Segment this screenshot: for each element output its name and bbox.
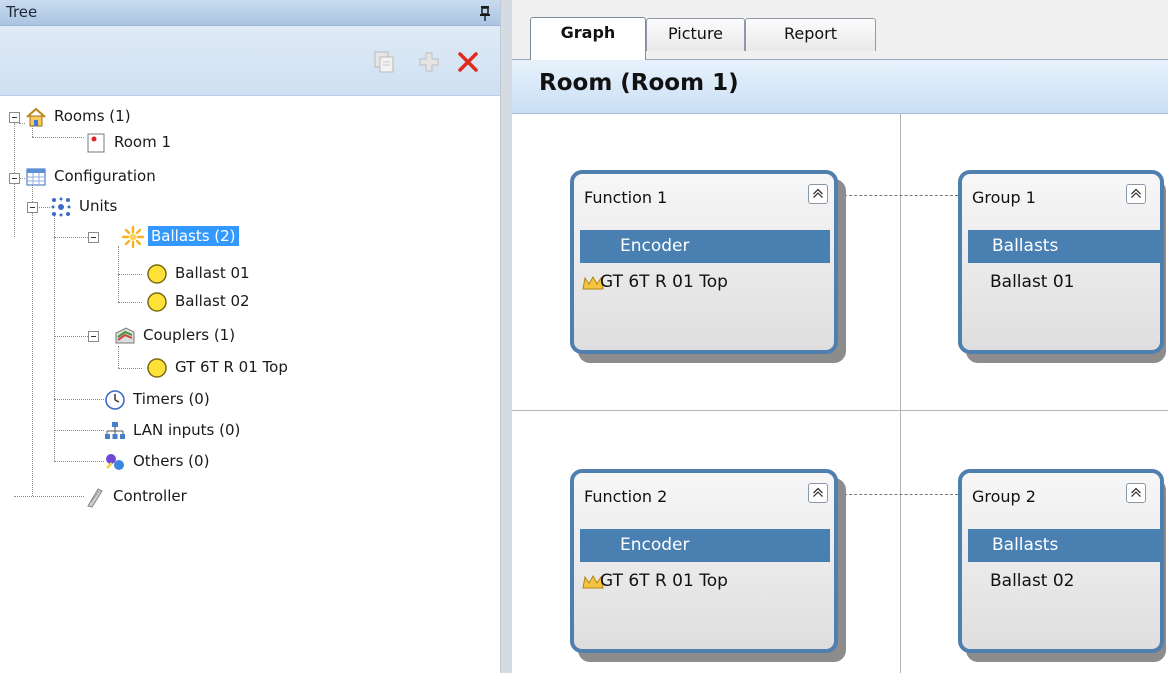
units-icon [51,197,71,217]
tab-report[interactable]: Report [745,18,876,51]
pane-splitter[interactable] [500,0,512,673]
grid-line [900,114,901,673]
tree-node-label: LAN inputs (0) [133,421,241,439]
connector-line [834,195,958,196]
expander-rooms[interactable] [9,112,20,123]
tab-strip: Graph Picture Report [512,0,1168,60]
grid-line [512,410,1168,411]
group-2-card[interactable]: Group 2 Ballasts Ballast 02 [958,469,1164,653]
tree-node-label: Controller [113,487,187,505]
card-band-label: Encoder [580,230,830,263]
yellow-circle-icon [147,358,167,378]
network-icon [105,422,125,439]
tree-view: Rooms (1) Room 1 Configuration Units Bal… [0,96,500,673]
collapse-icon[interactable] [808,184,828,204]
card-item: GT 6T R 01 Top [600,571,728,591]
card-band-text: Ballasts [992,236,1059,256]
card-band-label: Ballasts [968,230,1160,263]
puzzle-icon [106,454,124,470]
tab-graph[interactable]: Graph [530,17,646,60]
expander-couplers[interactable] [88,331,99,342]
card-band-text: Encoder [620,236,690,256]
card-item: Ballast 02 [990,571,1075,591]
card-title: Function 1 [584,188,668,207]
function-1-card[interactable]: Function 1 Encoder GT 6T R 01 Top [570,170,838,354]
copy-icon[interactable] [372,50,396,74]
tree-node-label: Room 1 [114,133,172,151]
collapse-icon[interactable] [1126,184,1146,204]
delete-icon[interactable] [456,50,480,74]
card-title: Group 2 [972,487,1036,506]
tree-node-label: Timers (0) [133,390,210,408]
room-icon [87,133,105,153]
card-band-label: Ballasts [968,529,1160,562]
table-icon [26,168,46,186]
card-title: Function 2 [584,487,668,506]
tree-toolbar [0,26,500,96]
tree-node-label: Ballast 01 [175,264,250,282]
house-icon [26,107,46,127]
card-band-text: Encoder [620,535,690,555]
tree-node-label: Ballast 02 [175,292,250,310]
graph-canvas: Function 1 Encoder GT 6T R 01 Top Group … [512,114,1168,673]
yellow-circle-icon [147,264,167,284]
sunburst-icon [122,226,144,248]
room-title: Room (Room 1) [539,70,739,96]
expander-ballasts[interactable] [88,232,99,243]
card-band-label: Encoder [580,529,830,562]
tree-node-label: Couplers (1) [143,326,236,344]
tree-node-label: Configuration [54,167,156,185]
room-header: Room (Room 1) [512,60,1168,114]
expander-configuration[interactable] [9,173,20,184]
collapse-icon[interactable] [808,483,828,503]
plus-icon[interactable] [417,50,441,74]
tree-node-label: Units [79,197,118,215]
graph-view: Graph Picture Report Room (Room 1) Funct… [512,0,1168,673]
tree-node-label: GT 6T R 01 Top [175,358,288,376]
tree-panel-title: Tree [6,3,38,21]
clock-icon [105,390,125,410]
function-2-card[interactable]: Function 2 Encoder GT 6T R 01 Top [570,469,838,653]
card-item: GT 6T R 01 Top [600,272,728,292]
group-1-card[interactable]: Group 1 Ballasts Ballast 01 [958,170,1164,354]
connector-line [834,494,958,495]
yellow-circle-icon [147,292,167,312]
card-item: Ballast 01 [990,272,1075,292]
controller-icon [87,488,103,508]
tree-panel-header: Tree [0,0,500,26]
collapse-icon[interactable] [1126,483,1146,503]
card-band-text: Ballasts [992,535,1059,555]
card-title: Group 1 [972,188,1036,207]
coupler-icon [115,327,135,344]
tree-node-label: Rooms (1) [54,107,131,125]
tab-picture[interactable]: Picture [646,18,745,51]
pin-icon[interactable] [478,5,492,21]
tree-node-label: Ballasts (2) [148,226,239,246]
tree-panel: Tree Rooms (1) Room 1 Configuration Unit… [0,0,500,673]
tree-node-label: Others (0) [133,452,210,470]
expander-units[interactable] [27,202,38,213]
